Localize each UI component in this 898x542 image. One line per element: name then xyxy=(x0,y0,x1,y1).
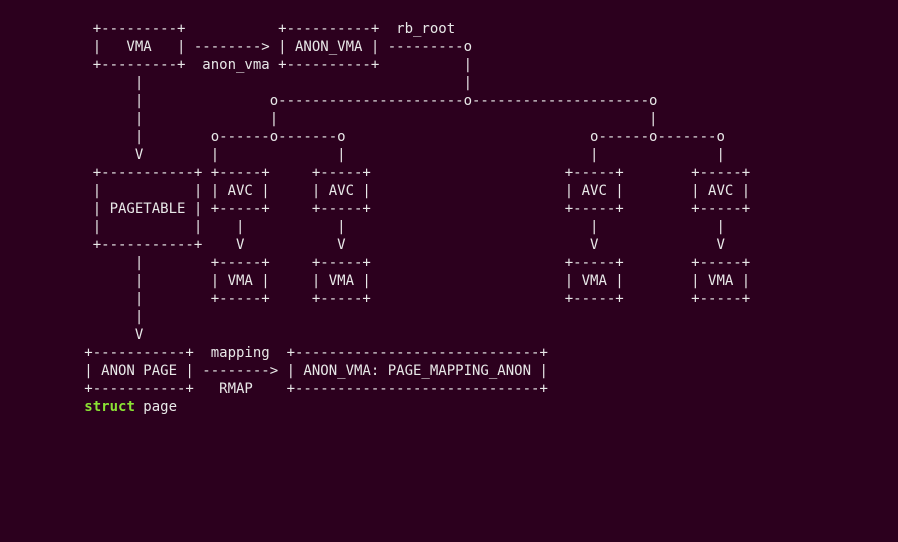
diagram-line: +-----------+ RMAP +--------------------… xyxy=(0,381,548,397)
diagram-line: +-----------+ V V V V xyxy=(0,237,725,253)
diagram-line: V | | | | xyxy=(0,147,725,163)
diagram-line: | | xyxy=(0,75,472,91)
diagram-line: | o----------------------o--------------… xyxy=(0,93,657,109)
diagram-line: | xyxy=(0,309,143,325)
struct-page-label: struct page xyxy=(0,399,177,415)
ascii-diagram: +---------+ +----------+ rb_root | VMA |… xyxy=(0,0,898,416)
keyword-struct: struct xyxy=(84,399,135,415)
diagram-line: | PAGETABLE | +-----+ +-----+ +-----+ +-… xyxy=(0,201,750,217)
diagram-line: V xyxy=(0,327,143,343)
diagram-line: +---------+ anon_vma +----------+ | xyxy=(0,57,472,73)
diagram-line: +-----------+ mapping +-----------------… xyxy=(0,345,548,361)
diagram-line: | ANON PAGE | --------> | ANON_VMA: PAGE… xyxy=(0,363,548,379)
diagram-line: | | | | | | xyxy=(0,219,725,235)
diagram-line: | VMA | --------> | ANON_VMA | ---------… xyxy=(0,39,472,55)
diagram-line: | | | xyxy=(0,111,657,127)
diagram-line: | +-----+ +-----+ +-----+ +-----+ xyxy=(0,291,750,307)
keyword-rest: page xyxy=(135,399,177,415)
diagram-line: +-----------+ +-----+ +-----+ +-----+ +-… xyxy=(0,165,750,181)
diagram-line: +---------+ +----------+ rb_root xyxy=(0,21,455,37)
diagram-line: | | VMA | | VMA | | VMA | | VMA | xyxy=(0,273,750,289)
diagram-line: | o------o-------o o------o-------o xyxy=(0,129,725,145)
diagram-line: | | | AVC | | AVC | | AVC | | AVC | xyxy=(0,183,750,199)
diagram-line: | +-----+ +-----+ +-----+ +-----+ xyxy=(0,255,750,271)
